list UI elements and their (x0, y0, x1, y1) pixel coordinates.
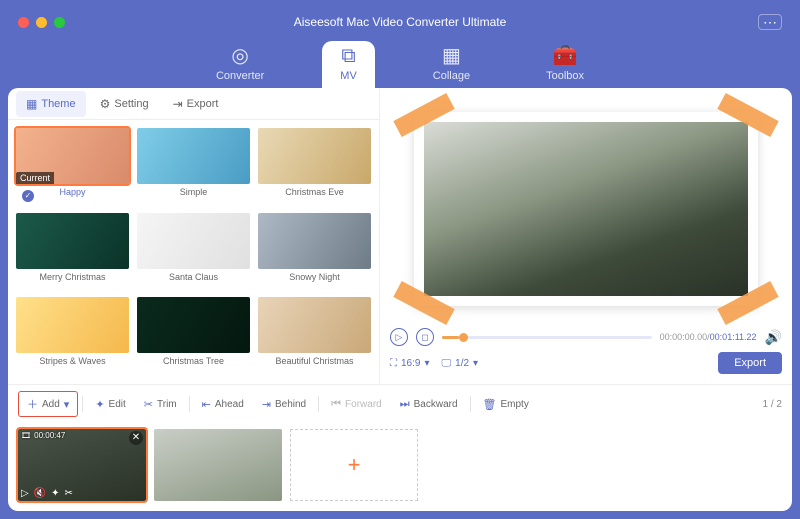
preview-options: ⛶ 16:9 ▾ 🖵 1/2 ▾ Export (390, 348, 782, 378)
preview-pane (390, 96, 782, 322)
behind-button[interactable]: ⇥Behind (254, 394, 314, 415)
step-back-icon: ⏮ (331, 398, 341, 411)
nav-collage[interactable]: ▦Collage (415, 39, 488, 88)
theme-item[interactable]: Santa Claus (137, 213, 250, 292)
volume-icon[interactable]: 🔊 (765, 329, 782, 346)
theme-item[interactable]: Merry Christmas (16, 213, 129, 292)
export-button[interactable]: Export (718, 352, 782, 374)
grid-icon: ▦ (26, 97, 37, 111)
nav-converter[interactable]: ◎Converter (198, 39, 282, 88)
play-icon[interactable]: ▷ (21, 488, 29, 499)
theme-item[interactable]: Stripes & Waves (16, 297, 129, 376)
arrow-left-bar-icon: ⇤ (202, 398, 211, 411)
arrow-right-bar-icon: ⇥ (262, 398, 271, 411)
seek-slider[interactable] (442, 336, 652, 339)
scissors-icon: ✂ (144, 398, 153, 411)
tab-export[interactable]: ⇥Export (163, 91, 229, 117)
film-icon: 🎞 (21, 431, 31, 440)
check-icon: ✓ (22, 190, 34, 202)
plus-icon: ＋ (27, 396, 38, 412)
playback-controls: ▷ ◻ 00:00:00.00/00:01:11.22 🔊 (390, 322, 782, 348)
scissors-icon[interactable]: ✂ (65, 488, 73, 499)
theme-item[interactable]: Simple (137, 128, 250, 207)
titlebar: Aiseesoft Mac Video Converter Ultimate ⋯ (8, 8, 792, 36)
mv-icon: ⧉ (340, 45, 357, 68)
clip-meta: 🎞00:00:47 (21, 431, 65, 440)
wand-icon: ✦ (95, 398, 104, 411)
timeline: 🎞00:00:47 ✕ ▷ 🔇 ✦ ✂ + (8, 423, 792, 511)
theme-item[interactable]: Beautiful Christmas (258, 297, 371, 376)
chevron-down-icon: ▾ (64, 398, 70, 411)
timeline-clip[interactable] (154, 429, 282, 501)
clip-toolbar: ＋Add▾ ✦Edit ✂Trim ⇤Ahead ⇥Behind ⏮Forwar… (8, 384, 792, 423)
theme-item[interactable]: Current ✓ Happy (16, 128, 129, 207)
gear-icon: ⚙ (100, 97, 111, 111)
trash-icon: 🗑 (483, 398, 497, 411)
export-icon: ⇥ (173, 97, 183, 111)
nav-toolbox[interactable]: 🧰Toolbox (528, 39, 602, 88)
trim-button[interactable]: ✂Trim (136, 394, 185, 415)
window-title: Aiseesoft Mac Video Converter Ultimate (8, 15, 792, 29)
step-forward-icon: ⏭ (400, 398, 410, 411)
theme-item[interactable]: Christmas Eve (258, 128, 371, 207)
stop-button[interactable]: ◻ (416, 328, 434, 346)
timeline-clip[interactable]: 🎞00:00:47 ✕ ▷ 🔇 ✦ ✂ (18, 429, 146, 501)
empty-button[interactable]: 🗑Empty (475, 394, 537, 415)
current-badge: Current (16, 172, 54, 184)
aspect-ratio-select[interactable]: ⛶ 16:9 ▾ (390, 358, 430, 369)
video-preview[interactable] (424, 122, 749, 296)
video-frame (414, 112, 759, 306)
page-indicator: 1 / 2 (763, 399, 782, 410)
subtabs: ▦Theme ⚙Setting ⇥Export (8, 88, 379, 120)
backward-button[interactable]: ⏭Backward (392, 394, 466, 415)
collage-icon: ▦ (433, 43, 470, 68)
ahead-button[interactable]: ⇤Ahead (194, 394, 252, 415)
forward-button: ⏮Forward (323, 394, 390, 415)
top-nav: ◎Converter ⧉MV ▦Collage 🧰Toolbox (8, 36, 792, 88)
theme-grid: Current ✓ Happy Simple Christmas Eve Mer… (8, 120, 379, 384)
mute-icon[interactable]: 🔇 (34, 488, 46, 499)
add-button[interactable]: ＋Add▾ (18, 391, 78, 417)
remove-clip-icon[interactable]: ✕ (129, 431, 143, 445)
edit-button[interactable]: ✦Edit (87, 394, 133, 415)
clip-overlay: ▷ 🔇 ✦ ✂ (21, 488, 73, 499)
theme-item[interactable]: Snowy Night (258, 213, 371, 292)
plus-icon: + (348, 452, 361, 478)
screen-select[interactable]: 🖵 1/2 ▾ (442, 358, 479, 369)
tab-setting[interactable]: ⚙Setting (90, 91, 159, 117)
toolbox-icon: 🧰 (546, 43, 584, 68)
play-button[interactable]: ▷ (390, 328, 408, 346)
add-clip-dropzone[interactable]: + (290, 429, 418, 501)
theme-item[interactable]: Christmas Tree (137, 297, 250, 376)
wand-icon[interactable]: ✦ (51, 488, 59, 499)
tab-theme[interactable]: ▦Theme (16, 91, 86, 117)
converter-icon: ◎ (216, 43, 264, 68)
nav-mv[interactable]: ⧉MV (322, 41, 375, 88)
time-display: 00:00:00.00/00:01:11.22 (660, 332, 757, 342)
